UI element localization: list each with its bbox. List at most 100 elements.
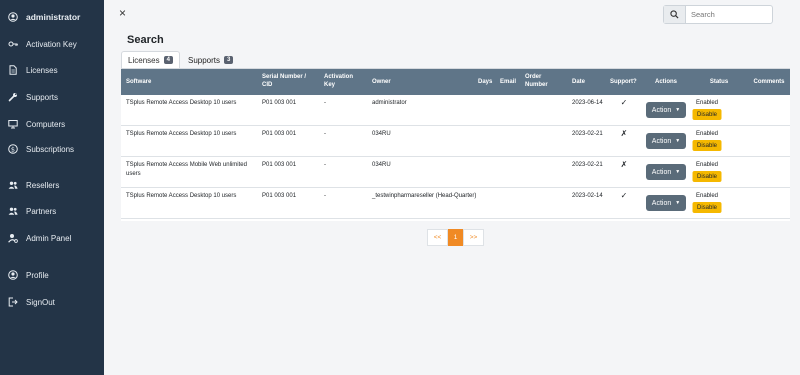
action-dropdown-button[interactable]: Action ▼ bbox=[646, 133, 686, 149]
header-activation-line2: Key bbox=[324, 82, 336, 88]
caret-down-icon: ▼ bbox=[675, 107, 681, 113]
cell-activation: - bbox=[324, 131, 326, 137]
cell-serial: P01 003 001 bbox=[262, 131, 297, 137]
tab-licenses[interactable]: Licenses 4 bbox=[121, 51, 180, 69]
disable-button[interactable]: Disable bbox=[692, 109, 722, 120]
sidebar-item-label: Resellers bbox=[26, 180, 60, 190]
header-email: Email bbox=[500, 79, 517, 85]
caret-down-icon: ▼ bbox=[675, 200, 681, 206]
header-order-line2: Number bbox=[525, 82, 548, 88]
page-button-current[interactable]: 1 bbox=[448, 229, 463, 246]
cell-software: TSplus Remote Access Desktop 10 users bbox=[126, 193, 237, 199]
action-label: Action bbox=[651, 199, 672, 207]
status-text: Enabled bbox=[695, 162, 719, 168]
key-icon bbox=[8, 41, 18, 47]
header-owner: Owner bbox=[372, 79, 391, 85]
search-icon bbox=[670, 10, 679, 19]
support-check-icon: ✓ bbox=[620, 191, 628, 200]
wrench-icon bbox=[8, 93, 17, 102]
sidebar-item-computers[interactable]: Computers bbox=[8, 116, 65, 132]
next-page-button[interactable]: >> bbox=[463, 229, 484, 246]
cell-date: 2023-02-21 bbox=[572, 162, 603, 168]
table-row: TSplus Remote Access Desktop 10 users P0… bbox=[121, 126, 790, 157]
header-days: Days bbox=[478, 79, 493, 85]
disable-button[interactable]: Disable bbox=[692, 140, 722, 151]
sidebar-item-label: Partners bbox=[26, 206, 57, 216]
support-cross-icon: ✗ bbox=[620, 129, 628, 138]
sidebar-title-label: administrator bbox=[26, 12, 81, 22]
table-row: TSplus Remote Access Mobile Web unlimite… bbox=[121, 157, 790, 188]
disable-button[interactable]: Disable bbox=[692, 171, 722, 182]
sidebar-item-subscriptions[interactable]: $ Subscriptions bbox=[8, 141, 74, 157]
search-box bbox=[663, 5, 773, 24]
sidebar-item-label: Activation Key bbox=[26, 39, 77, 49]
svg-text:$: $ bbox=[11, 145, 15, 153]
sidebar-item-resellers[interactable]: Resellers bbox=[8, 177, 59, 193]
sidebar: administrator Activation Key Licenses Su… bbox=[0, 0, 104, 375]
header-serial: Serial Number / CID bbox=[262, 73, 306, 89]
action-label: Action bbox=[651, 168, 672, 176]
cell-date: 2023-06-14 bbox=[572, 100, 603, 106]
cell-serial: P01 003 001 bbox=[262, 100, 297, 106]
close-icon[interactable]: × bbox=[119, 6, 126, 20]
table-header: Software Serial Number / CID Activation … bbox=[121, 69, 790, 95]
header-status: Status bbox=[709, 79, 729, 85]
support-cross-icon: ✗ bbox=[620, 160, 628, 169]
sign-out-icon bbox=[8, 297, 18, 307]
cell-activation: - bbox=[324, 162, 326, 168]
sidebar-item-label: Subscriptions bbox=[26, 144, 75, 154]
header-date: Date bbox=[572, 79, 586, 85]
users-icon bbox=[8, 207, 18, 215]
users-icon bbox=[8, 181, 18, 189]
action-dropdown-button[interactable]: Action ▼ bbox=[646, 102, 686, 118]
cell-software: TSplus Remote Access Desktop 10 users bbox=[126, 100, 237, 106]
action-dropdown-button[interactable]: Action ▼ bbox=[646, 164, 686, 180]
count-badge: 3 bbox=[224, 56, 234, 64]
cell-software: TSplus Remote Access Mobile Web unlimite… bbox=[126, 162, 247, 177]
prev-page-button[interactable]: << bbox=[427, 229, 448, 246]
tab-supports[interactable]: Supports 3 bbox=[188, 51, 234, 69]
support-check-icon: ✓ bbox=[620, 98, 628, 107]
header-software: Software bbox=[126, 79, 152, 85]
status-text: Enabled bbox=[695, 100, 719, 106]
search-button[interactable] bbox=[664, 6, 686, 23]
sidebar-item-signout[interactable]: SignOut bbox=[8, 294, 55, 310]
cell-software: TSplus Remote Access Desktop 10 users bbox=[126, 131, 237, 137]
sidebar-item-label: SignOut bbox=[26, 297, 55, 307]
sidebar-item-partners[interactable]: Partners bbox=[8, 203, 56, 219]
cell-owner: _testwinpharmareseller (Head-Quarter) bbox=[372, 193, 477, 199]
caret-down-icon: ▼ bbox=[675, 169, 681, 175]
action-dropdown-button[interactable]: Action ▼ bbox=[646, 195, 686, 211]
header-serial-line1: Serial Number / bbox=[262, 74, 307, 80]
header-order-line1: Order bbox=[525, 74, 542, 80]
sidebar-item-supports[interactable]: Supports bbox=[8, 89, 58, 105]
document-icon bbox=[9, 65, 17, 75]
header-activation: Activation Key bbox=[324, 73, 353, 89]
page-title: Search bbox=[127, 34, 164, 46]
licenses-table: Software Serial Number / CID Activation … bbox=[121, 68, 790, 221]
sidebar-item-label: Licenses bbox=[26, 65, 58, 75]
dollar-icon: $ bbox=[8, 144, 18, 154]
cell-activation: - bbox=[324, 193, 326, 199]
disable-button[interactable]: Disable bbox=[692, 202, 722, 213]
search-input[interactable] bbox=[686, 6, 772, 23]
tab-label: Supports bbox=[188, 55, 221, 65]
sidebar-item-licenses[interactable]: Licenses bbox=[8, 62, 58, 78]
count-badge: 4 bbox=[163, 56, 173, 64]
sidebar-title[interactable]: administrator bbox=[8, 9, 80, 25]
user-circle-icon bbox=[8, 270, 18, 280]
cell-owner: 034RU bbox=[372, 162, 391, 168]
cell-owner: administrator bbox=[372, 100, 407, 106]
sidebar-item-label: Admin Panel bbox=[26, 233, 72, 243]
cell-activation: - bbox=[324, 100, 326, 106]
sidebar-item-label: Computers bbox=[26, 119, 66, 129]
cell-serial: P01 003 001 bbox=[262, 162, 297, 168]
header-actions: Actions bbox=[654, 79, 678, 85]
header-activation-line1: Activation bbox=[324, 74, 354, 80]
sidebar-item-activation-key[interactable]: Activation Key bbox=[8, 36, 77, 52]
action-label: Action bbox=[651, 106, 672, 114]
sidebar-item-label: Supports bbox=[26, 92, 59, 102]
sidebar-item-admin-panel[interactable]: Admin Panel bbox=[8, 230, 71, 246]
header-order: Order Number bbox=[525, 73, 548, 89]
sidebar-item-profile[interactable]: Profile bbox=[8, 267, 49, 283]
